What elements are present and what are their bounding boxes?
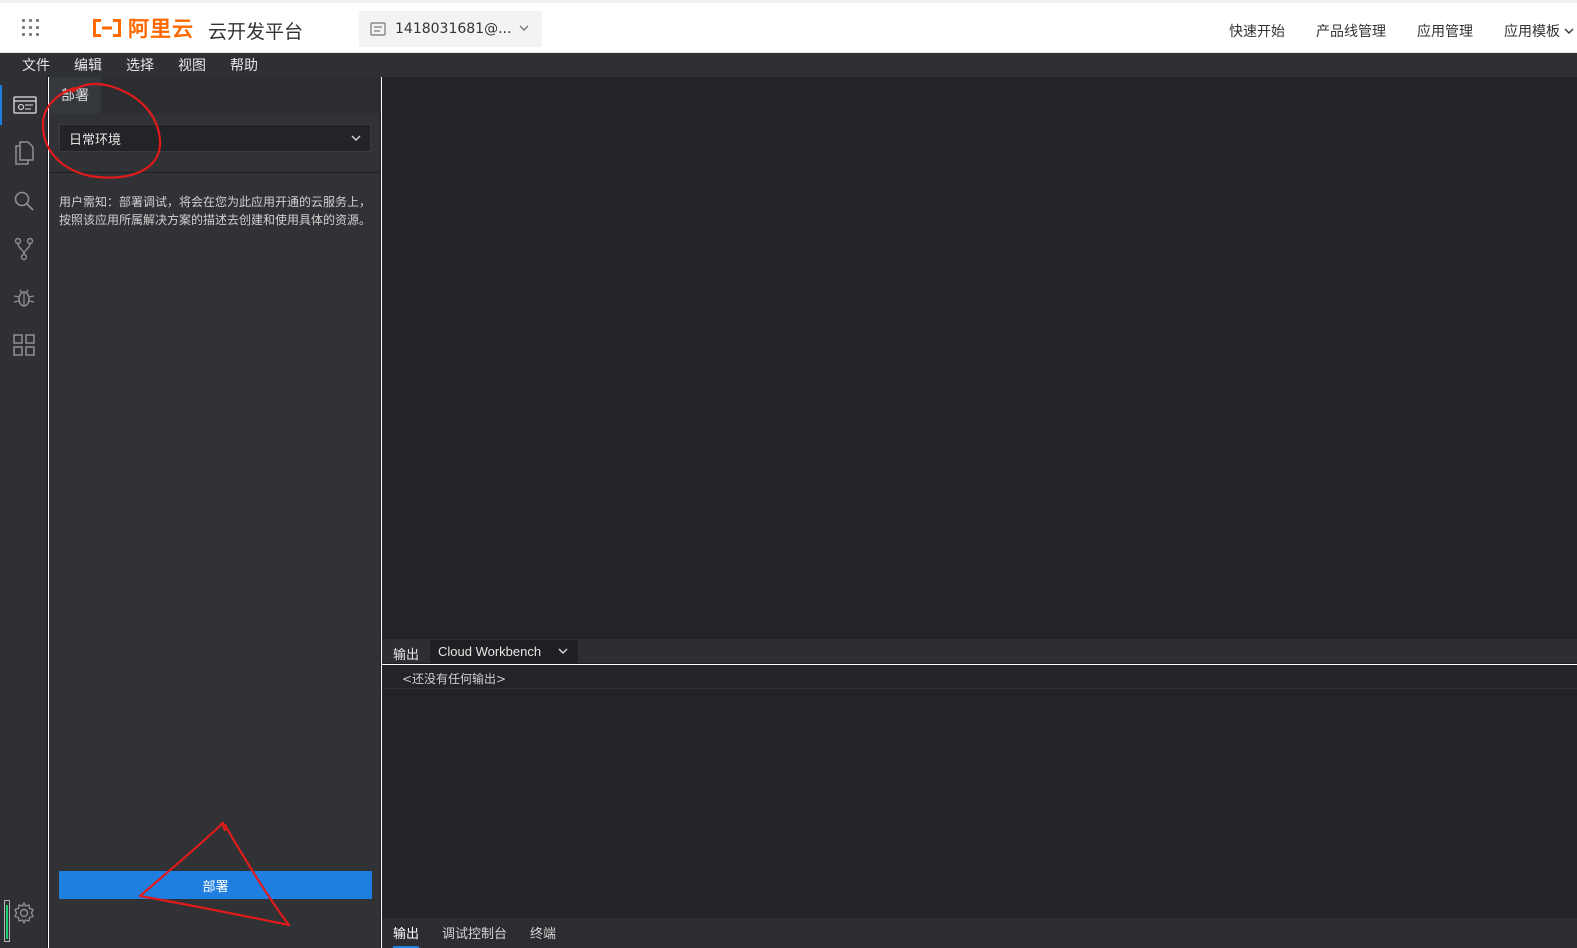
tab-output[interactable]: 输出	[393, 918, 420, 948]
output-label: 输出	[393, 648, 420, 663]
debug-icon[interactable]	[0, 277, 48, 317]
tab-terminal[interactable]: 终端	[530, 918, 556, 948]
gear-icon[interactable]	[0, 893, 48, 933]
apps-grid-icon[interactable]	[22, 19, 40, 37]
output-channel-select[interactable]: Cloud Workbench	[430, 640, 578, 663]
environment-select-value: 日常环境	[69, 132, 122, 148]
chevron-down-icon	[519, 25, 529, 31]
nav-product-line[interactable]: 产品线管理	[1316, 21, 1386, 41]
environment-select[interactable]: 日常环境	[59, 124, 371, 152]
panel-tabs: 输出 调试控制台 终端	[382, 918, 1577, 948]
account-label: 1418031681@...	[395, 21, 512, 37]
sidebar-tab-strip: 部署	[49, 77, 381, 113]
logo-text: 阿里云	[128, 17, 194, 41]
search-icon[interactable]	[0, 181, 48, 221]
menu-bar: 文件 编辑 选择 视图 帮助	[0, 53, 1577, 77]
chevron-down-icon	[558, 648, 568, 654]
output-channel-value: Cloud Workbench	[438, 644, 542, 659]
chevron-down-icon	[1564, 28, 1574, 34]
top-nav: 快速开始 产品线管理 应用管理 应用模板	[1229, 21, 1577, 41]
output-header: 输出 Cloud Workbench	[382, 639, 1577, 664]
platform-title: 云开发平台	[208, 21, 304, 43]
tab-debug-console[interactable]: 调试控制台	[442, 918, 507, 948]
account-switcher[interactable]: 1418031681@...	[359, 11, 542, 47]
deploy-notice: 用户需知：部署调试，将会在您为此应用开通的云服务上，按照该应用所属解决方案的描述…	[59, 195, 372, 227]
menu-file[interactable]: 文件	[22, 55, 50, 75]
source-control-icon[interactable]	[0, 229, 48, 269]
output-body: <还没有任何输出>	[382, 665, 1577, 918]
activity-bar	[0, 77, 48, 948]
menu-view[interactable]: 视图	[178, 55, 206, 75]
menu-selection[interactable]: 选择	[126, 55, 154, 75]
nav-app-templates-label: 应用模板	[1504, 24, 1560, 40]
extensions-icon[interactable]	[0, 325, 48, 365]
deploy-icon[interactable]	[0, 85, 48, 125]
output-empty-text: <还没有任何输出>	[382, 669, 1577, 689]
deploy-button[interactable]: 部署	[59, 871, 372, 899]
deploy-sidebar: 部署 日常环境 用户需知：部署调试，将会在您为此应用开通的云服务上，按照该应用所…	[49, 77, 381, 948]
editor-area	[382, 77, 1577, 639]
aliyun-logo-mark-icon	[93, 19, 121, 37]
sidebar-divider	[49, 172, 381, 173]
nav-quick-start[interactable]: 快速开始	[1229, 21, 1285, 41]
chevron-down-icon	[351, 135, 361, 141]
menu-help[interactable]: 帮助	[230, 55, 258, 75]
tab-deploy[interactable]: 部署	[49, 77, 101, 113]
files-icon[interactable]	[0, 133, 48, 173]
top-bar: 阿里云 云开发平台 1418031681@... 快速开始 产品线管理 应用管理…	[0, 0, 1577, 53]
nav-app-templates[interactable]: 应用模板	[1504, 21, 1575, 41]
nav-app-management[interactable]: 应用管理	[1417, 21, 1473, 41]
menu-edit[interactable]: 编辑	[74, 55, 102, 75]
aliyun-logo[interactable]: 阿里云	[90, 15, 194, 41]
account-icon	[370, 22, 386, 36]
